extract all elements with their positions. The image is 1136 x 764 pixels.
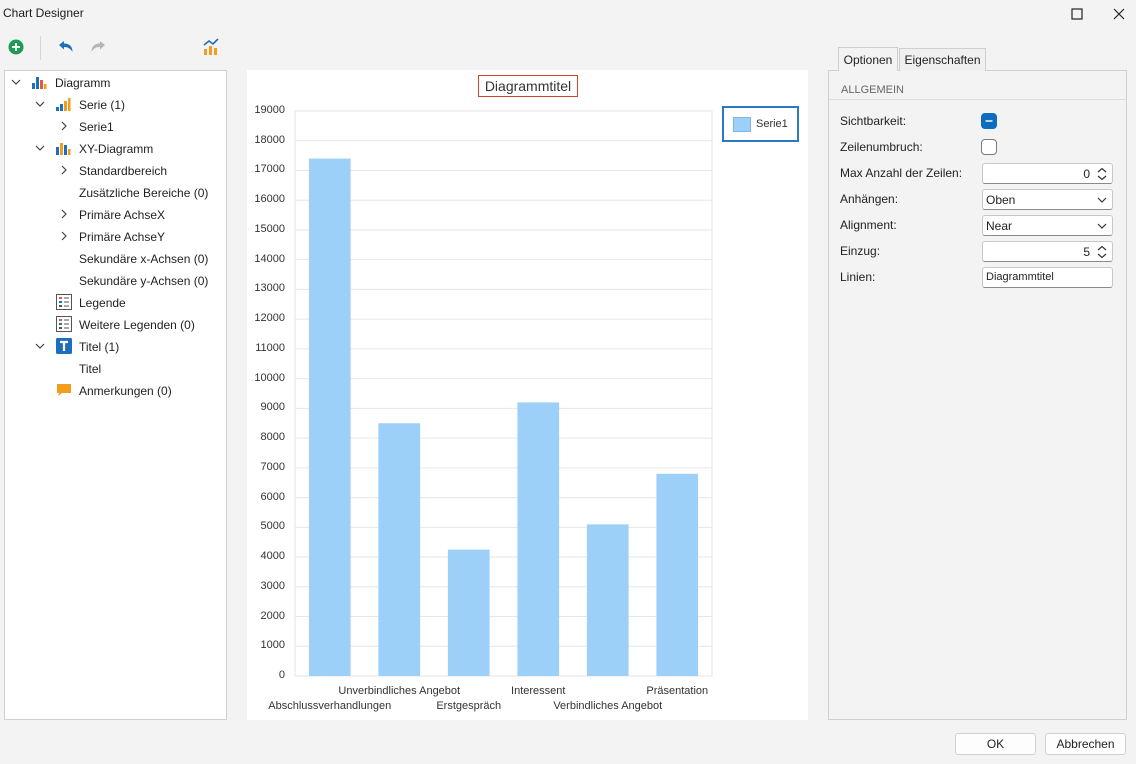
bar[interactable] — [308, 158, 351, 676]
x-tick-label: Präsentation — [646, 685, 709, 697]
sichtbarkeit-checkbox[interactable] — [981, 113, 997, 129]
y-tick-label: 0 — [278, 669, 285, 681]
y-tick-label: 1000 — [260, 639, 285, 652]
y-tick-label: 12000 — [254, 312, 285, 325]
checkbox-indeterminate-icon — [985, 120, 993, 122]
section-divider — [829, 99, 1126, 100]
y-tick-label: 14000 — [254, 252, 285, 265]
y-tick-label: 16000 — [254, 193, 285, 206]
tab-optionen[interactable]: Optionen — [838, 47, 898, 71]
x-tick-label: Erstgespräch — [436, 700, 502, 712]
linien-label: Linien: — [840, 270, 876, 284]
y-tick-label: 19000 — [254, 104, 285, 116]
y-tick-label: 5000 — [260, 520, 285, 533]
plot-area — [294, 110, 713, 677]
cancel-button[interactable]: Abbrechen — [1045, 733, 1126, 755]
y-tick-label: 7000 — [260, 460, 285, 473]
legend-swatch — [733, 117, 751, 132]
y-tick-label: 9000 — [260, 401, 285, 414]
zeilenumbruch-checkbox[interactable] — [981, 139, 997, 155]
bar[interactable] — [378, 423, 421, 676]
x-tick-label: Unverbindliches Angebot — [338, 685, 461, 697]
max-zeilen-spinner[interactable]: 0 — [982, 163, 1113, 184]
y-tick-label: 2000 — [260, 609, 285, 622]
x-tick-label: Verbindliches Angebot — [553, 700, 663, 712]
bar[interactable] — [656, 473, 699, 676]
alignment-label: Alignment: — [840, 218, 897, 232]
alignment-select[interactable]: Near — [982, 215, 1113, 236]
spinner-updown-icon[interactable] — [1096, 245, 1108, 259]
ok-button[interactable]: OK — [955, 733, 1036, 755]
y-tick-label: 15000 — [254, 222, 285, 235]
linien-value: Diagrammtitel — [986, 271, 1054, 283]
x-tick-label: Interessent — [511, 685, 566, 697]
linien-input[interactable]: Diagrammtitel — [982, 267, 1113, 288]
chevron-down-icon — [1097, 223, 1107, 229]
max-zeilen-label: Max Anzahl der Zeilen: — [840, 166, 963, 180]
tab-eigenschaften[interactable]: Eigenschaften — [899, 48, 986, 71]
bar[interactable] — [586, 524, 629, 676]
y-tick-label: 11000 — [255, 341, 285, 354]
max-zeilen-value: 0 — [1083, 167, 1090, 181]
einzug-spinner[interactable]: 5 — [982, 241, 1113, 262]
anhaengen-select[interactable]: Oben — [982, 189, 1113, 210]
y-tick-label: 13000 — [254, 282, 285, 295]
spinner-updown-icon[interactable] — [1096, 167, 1108, 181]
y-tick-label: 10000 — [254, 371, 285, 384]
einzug-label: Einzug: — [840, 244, 881, 258]
y-tick-label: 17000 — [254, 163, 285, 176]
anhaengen-value: Oben — [986, 193, 1016, 207]
y-tick-label: 4000 — [260, 550, 285, 563]
anhaengen-label: Anhängen: — [840, 192, 899, 206]
einzug-value: 5 — [1083, 245, 1090, 259]
legend-label: Serie1 — [756, 118, 788, 130]
x-tick-label: Abschlussverhandlungen — [268, 700, 392, 712]
section-header: ALLGEMEIN — [841, 84, 904, 96]
y-tick-label: 8000 — [260, 431, 285, 444]
bar[interactable] — [447, 549, 490, 676]
bar[interactable] — [517, 402, 560, 676]
y-tick-label: 3000 — [260, 579, 285, 592]
alignment-value: Near — [986, 219, 1013, 233]
y-tick-label: 6000 — [260, 490, 285, 503]
chart-legend[interactable]: Serie1 — [722, 106, 799, 142]
sichtbarkeit-label: Sichtbarkeit: — [840, 114, 907, 128]
zeilenumbruch-label: Zeilenumbruch: — [840, 140, 923, 154]
chevron-down-icon — [1097, 197, 1107, 203]
chart-title[interactable]: Diagrammtitel — [478, 75, 578, 97]
y-tick-label: 18000 — [254, 133, 285, 146]
